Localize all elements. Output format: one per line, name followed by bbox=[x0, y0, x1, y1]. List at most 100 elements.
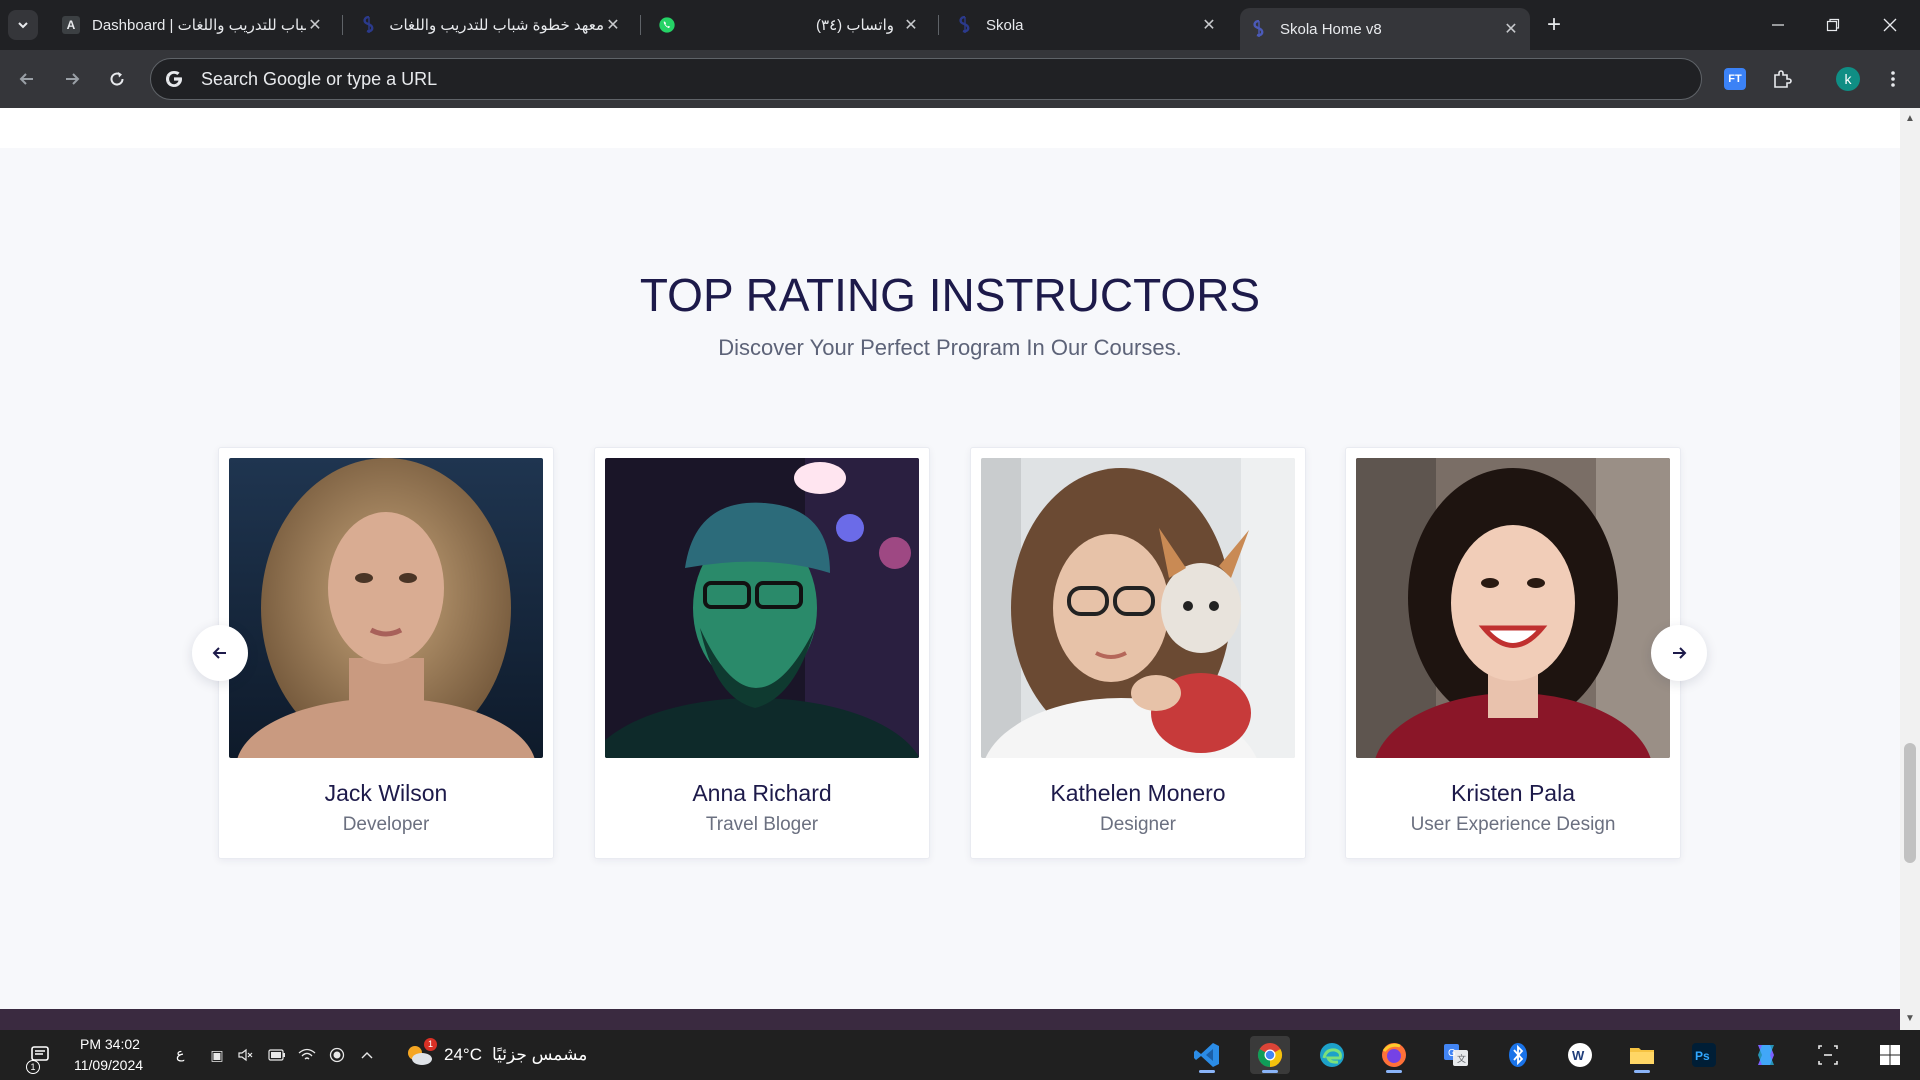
carousel-prev-button[interactable] bbox=[192, 625, 248, 681]
svg-text:W: W bbox=[1572, 1048, 1585, 1063]
tab-dashboard[interactable]: A Dashboard | معهد خطوة شباب للتدريب وال… bbox=[52, 8, 334, 42]
taskbar-snipping-tool[interactable] bbox=[1808, 1036, 1848, 1074]
carousel-next-button[interactable] bbox=[1651, 625, 1707, 681]
skola-logo-icon bbox=[360, 16, 378, 34]
browser-toolbar: Search Google or type a URL FT k bbox=[0, 50, 1920, 108]
taskbar-chrome[interactable] bbox=[1250, 1036, 1290, 1074]
google-translate-icon: G文 bbox=[1444, 1044, 1468, 1066]
tab-whatsapp[interactable]: (٣٤) واتساب ✕ bbox=[648, 8, 930, 42]
app-w-icon: W bbox=[1568, 1043, 1592, 1067]
forward-button[interactable] bbox=[57, 64, 87, 94]
weather-text: مشمس جزئيًا bbox=[491, 1045, 588, 1064]
restore-icon bbox=[1826, 18, 1840, 32]
browser-tab-bar: A Dashboard | معهد خطوة شباب للتدريب وال… bbox=[0, 0, 1920, 50]
instructor-name: Anna Richard bbox=[692, 780, 832, 806]
instructor-photo bbox=[1356, 458, 1670, 758]
weather-badge: 1 bbox=[424, 1038, 437, 1051]
page-content: TOP RATING INSTRUCTORS Discover Your Per… bbox=[0, 108, 1900, 1009]
minimize-button[interactable] bbox=[1758, 10, 1798, 40]
close-icon[interactable]: ✕ bbox=[1502, 20, 1520, 38]
weather-widget[interactable]: 1 24°C مشمس جزئيًا bbox=[404, 1036, 604, 1074]
close-icon[interactable]: ✕ bbox=[902, 16, 920, 34]
tab-institute[interactable]: معهد خطوة شباب للتدريب واللغات ✕ bbox=[350, 8, 632, 42]
profile-button[interactable]: k bbox=[1833, 64, 1863, 94]
input-language[interactable]: ع bbox=[176, 1045, 184, 1062]
translate-extension-button[interactable]: FT bbox=[1720, 64, 1750, 94]
taskbar-copilot[interactable] bbox=[1746, 1036, 1786, 1074]
taskbar-file-explorer[interactable] bbox=[1622, 1036, 1662, 1074]
windows-taskbar: 1 PM 34:02 11/09/2024 ع ▣ 1 24°C مشمس جز… bbox=[0, 1030, 1920, 1080]
chevron-up-icon[interactable] bbox=[358, 1046, 376, 1064]
taskbar-translate[interactable]: G文 bbox=[1436, 1036, 1476, 1074]
section-title: TOP RATING INSTRUCTORS bbox=[639, 269, 1261, 321]
instructor-name: Kathelen Monero bbox=[1050, 780, 1226, 806]
tab-separator bbox=[640, 15, 641, 35]
new-tab-button[interactable]: + bbox=[1540, 12, 1568, 40]
clock-time[interactable]: PM 34:02 bbox=[80, 1036, 140, 1052]
instructor-photo bbox=[605, 458, 919, 758]
chevron-down-icon bbox=[18, 22, 28, 29]
record-icon[interactable] bbox=[328, 1046, 346, 1064]
tab-title: (٣٤) واتساب bbox=[816, 17, 894, 34]
scroll-up-icon[interactable]: ▲ bbox=[1905, 114, 1915, 124]
instructor-card[interactable]: Kathelen Monero Designer bbox=[970, 447, 1306, 859]
close-icon[interactable]: ✕ bbox=[306, 16, 324, 34]
whatsapp-icon bbox=[658, 16, 676, 34]
close-icon[interactable]: ✕ bbox=[604, 16, 622, 34]
instructor-card[interactable]: Anna Richard Travel Bloger bbox=[594, 447, 930, 859]
reload-button[interactable] bbox=[102, 64, 132, 94]
taskbar-photoshop[interactable]: Ps bbox=[1684, 1036, 1724, 1074]
taskbar-app-w[interactable]: W bbox=[1560, 1036, 1600, 1074]
tab-skola-home-v8[interactable]: Skola Home v8 ✕ bbox=[1240, 8, 1530, 50]
close-icon[interactable]: ✕ bbox=[1200, 16, 1218, 34]
bluetooth-icon bbox=[1509, 1043, 1527, 1067]
taskbar-firefox[interactable] bbox=[1374, 1036, 1414, 1074]
wifi-icon[interactable] bbox=[298, 1046, 316, 1064]
extensions-button[interactable] bbox=[1767, 64, 1797, 94]
tab-title: معهد خطوة شباب للتدريب واللغات bbox=[390, 17, 604, 34]
instructor-card[interactable]: Jack Wilson Developer bbox=[218, 447, 554, 859]
edge-icon bbox=[1320, 1043, 1344, 1067]
next-section-edge bbox=[0, 1009, 1900, 1030]
meet-icon[interactable]: ▣ bbox=[208, 1046, 226, 1064]
close-window-button[interactable] bbox=[1870, 10, 1910, 40]
google-icon bbox=[166, 71, 182, 87]
tab-search-button[interactable] bbox=[8, 10, 38, 40]
notification-center-button[interactable]: 1 bbox=[20, 1036, 60, 1074]
scroll-down-icon[interactable]: ▼ bbox=[1905, 1014, 1915, 1024]
taskbar-edge[interactable] bbox=[1312, 1036, 1352, 1074]
instructor-photo bbox=[229, 458, 543, 758]
firefox-icon bbox=[1382, 1043, 1406, 1067]
battery-icon[interactable] bbox=[268, 1046, 286, 1064]
instructor-name: Jack Wilson bbox=[324, 780, 448, 806]
weather-temp: 24°C bbox=[444, 1045, 482, 1064]
chrome-icon bbox=[1257, 1043, 1283, 1067]
arrow-left-icon bbox=[212, 647, 226, 659]
minimize-icon bbox=[1772, 24, 1784, 26]
instructor-role: Travel Bloger bbox=[705, 814, 819, 835]
arrow-right-icon bbox=[66, 73, 80, 85]
taskbar-bluetooth[interactable] bbox=[1498, 1036, 1538, 1074]
address-bar[interactable]: Search Google or type a URL bbox=[150, 58, 1702, 100]
clock-date[interactable]: 11/09/2024 bbox=[74, 1057, 143, 1073]
instructor-card[interactable]: Kristen Pala User Experience Design bbox=[1345, 447, 1681, 859]
page-scrollbar[interactable]: ▲ ▼ bbox=[1900, 108, 1920, 1030]
scrollbar-thumb[interactable] bbox=[1904, 743, 1916, 863]
menu-button[interactable] bbox=[1878, 64, 1908, 94]
notification-count: 1 bbox=[26, 1060, 40, 1074]
instructor-role: Developer bbox=[342, 814, 430, 835]
tab-title: Skola Home v8 bbox=[1280, 20, 1382, 38]
start-button[interactable] bbox=[1870, 1036, 1910, 1074]
instructor-photo bbox=[981, 458, 1295, 758]
previous-section-edge bbox=[0, 108, 1900, 148]
tab-title: Dashboard | معهد خطوة شباب للتدريب واللغ… bbox=[92, 17, 306, 34]
skola-logo-icon bbox=[956, 16, 974, 34]
tab-separator bbox=[342, 15, 343, 35]
tab-skola[interactable]: Skola ✕ bbox=[946, 8, 1228, 42]
restore-button[interactable] bbox=[1813, 10, 1853, 40]
back-button[interactable] bbox=[12, 64, 42, 94]
volume-muted-icon[interactable] bbox=[236, 1046, 254, 1064]
taskbar-vscode[interactable] bbox=[1187, 1036, 1227, 1074]
vscode-icon bbox=[1194, 1043, 1219, 1067]
tab-title: Skola bbox=[986, 16, 1024, 34]
